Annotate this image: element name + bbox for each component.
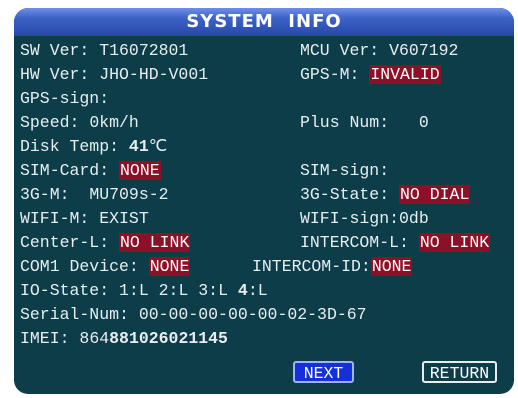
system-info-panel: SYSTEM INFO SW Ver: T16072801 MCU Ver: V… [14,8,514,394]
speed-row: Speed: 0km/h [20,113,139,133]
sim-sign-row: SIM-sign: [300,161,389,181]
3g-m-value: MU709s-2 [89,185,169,204]
hw-ver-row: HW Ver: JHO-HD-V001 [20,65,208,85]
serial-num-row: Serial-Num: 00-00-00-00-00-02-3D-67 [20,305,367,325]
sim-card-status-badge: NONE [119,161,161,180]
wifi-m-value: EXIST [99,209,149,228]
io-state-port-1: 1:L [119,281,149,300]
imei-value-prefix: 864 [79,329,110,348]
intercom-id-label: INTERCOM-ID: [252,257,371,276]
com1-device-row: COM1 Device: NONE [20,257,191,277]
gps-m-status-badge: INVALID [369,65,441,84]
center-l-row: Center-L: NO LINK [20,233,191,253]
return-button[interactable]: RETURN [422,361,497,383]
com1-device-label: COM1 Device: [20,257,149,276]
plus-num-label: Plus Num: [300,113,419,132]
io-state-label: IO-State: [20,281,120,300]
plus-num-value: 0 [418,113,429,132]
sw-ver-value: T16072801 [99,41,189,60]
disk-temp-unit: ℃ [148,137,168,156]
io-state-port-4-number: 4 [237,281,248,300]
gps-sign-row: GPS-sign: [20,89,109,109]
disk-temp-value: 41 [128,137,149,156]
io-state-port-4-state: :L [247,281,268,300]
wifi-sign-label: WIFI-sign: [300,209,400,228]
intercom-id-status-badge: NONE [370,257,413,276]
center-l-status-badge: NO LINK [119,233,191,252]
center-l-label: Center-L: [20,233,120,252]
hw-ver-label: HW Ver: [20,65,100,84]
io-state-row: IO-State: 1:L 2:L 3:L 4:L [20,281,268,301]
next-button[interactable]: NEXT [293,361,354,383]
sim-sign-label: SIM-sign: [300,161,390,180]
io-state-port-3: 3:L [198,281,228,300]
page-title: SYSTEM INFO [186,11,342,32]
sim-card-row: SIM-Card: NONE [20,161,161,181]
sw-ver-row: SW Ver: T16072801 [20,41,188,61]
wifi-m-label: WIFI-M: [20,209,100,228]
io-state-port-2: 2:L [158,281,189,300]
gps-m-label: GPS-M: [300,65,370,84]
intercom-l-row: INTERCOM-L: NO LINK [300,233,491,253]
mcu-ver-label: MCU Ver: [300,41,390,60]
imei-value-rest: 881026021145 [109,329,228,348]
3g-m-label: 3G-M: [20,185,90,204]
title-bar: SYSTEM INFO [14,8,514,36]
serial-num-value: 00-00-00-00-00-02-3D-67 [138,305,367,324]
sim-card-label: SIM-Card: [20,161,120,180]
wifi-m-row: WIFI-M: EXIST [20,209,149,229]
wifi-sign-value: 0db [399,209,429,228]
screen: SYSTEM INFO SW Ver: T16072801 MCU Ver: V… [0,0,518,398]
wifi-sign-row: WIFI-sign:0db [300,209,429,229]
3g-state-label: 3G-State: [300,185,400,204]
speed-label: Speed: [20,113,90,132]
plus-num-row: Plus Num: 0 [300,113,429,133]
sw-ver-label: SW Ver: [20,41,100,60]
mcu-ver-row: MCU Ver: V607192 [300,41,458,61]
gps-sign-label: GPS-sign: [20,89,110,108]
mcu-ver-value: V607192 [389,41,459,60]
disk-temp-row: Disk Temp: 41℃ [20,137,167,157]
imei-label: IMEI: [20,329,80,348]
intercom-l-label: INTERCOM-L: [300,233,419,252]
disk-temp-label: Disk Temp: [20,137,129,156]
intercom-id-row: INTERCOM-ID:NONE [252,257,413,277]
3g-state-status-badge: NO DIAL [399,185,471,204]
serial-num-label: Serial-Num: [20,305,139,324]
hw-ver-value: JHO-HD-V001 [99,65,209,84]
com1-device-status-badge: NONE [148,257,191,276]
gps-m-row: GPS-M: INVALID [300,65,441,85]
3g-state-row: 3G-State: NO DIAL [300,185,471,205]
3g-m-row: 3G-M: MU709s-2 [20,185,169,205]
imei-row: IMEI: 864881026021145 [20,329,228,349]
intercom-l-status-badge: NO LINK [418,233,491,252]
speed-value: 0km/h [89,113,139,132]
